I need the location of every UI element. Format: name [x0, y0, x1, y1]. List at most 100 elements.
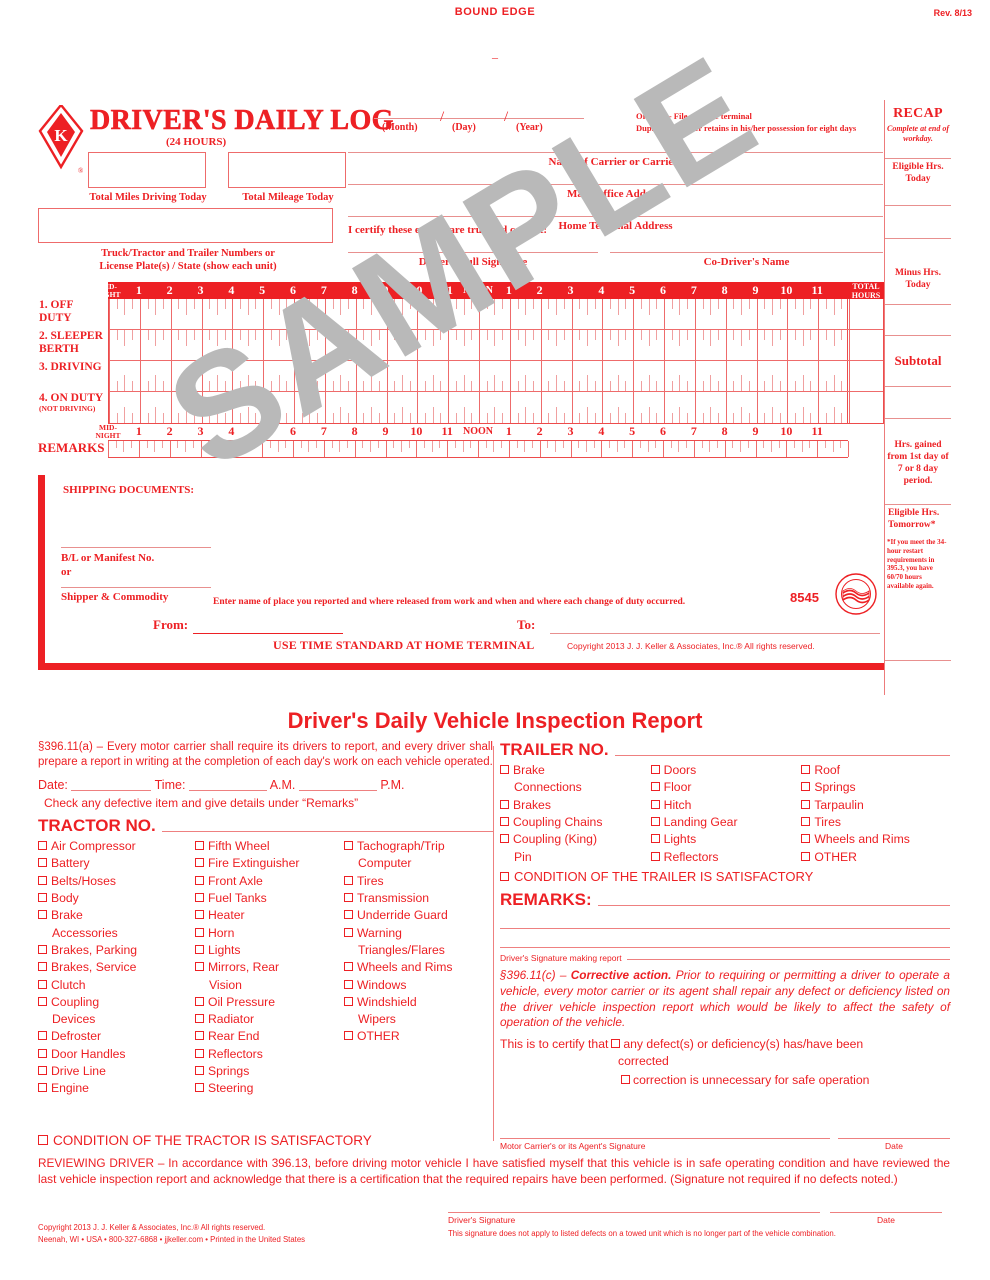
checklist-item-clutch[interactable]: Clutch	[38, 977, 195, 994]
trailer-checklist-column-2[interactable]: Doors Floor Hitch Landing Gear Lights Reflect…	[650, 762, 802, 866]
tractor-no-heading[interactable]: TRACTOR NO.	[38, 816, 493, 836]
checklist-item-battery[interactable]: Battery	[38, 855, 195, 872]
checklist-item-wheels-and-rims[interactable]: Wheels and Rims	[343, 959, 493, 976]
checkbox-icon[interactable]	[500, 816, 509, 826]
total-hours-cell-off-duty[interactable]	[847, 299, 883, 329]
total-mileage-input[interactable]	[228, 152, 346, 188]
checkbox-icon[interactable]	[650, 851, 660, 861]
checkbox-icon[interactable]	[801, 816, 811, 826]
certify-line-1[interactable]: This is to certify that any defect(s) or …	[500, 1036, 950, 1069]
checkbox-icon[interactable]	[650, 782, 660, 792]
checklist-item-transmission[interactable]: Transmission	[343, 890, 493, 907]
checklist-item-underride-guard[interactable]: Underride Guard	[343, 907, 493, 924]
checkbox-icon[interactable]	[194, 858, 204, 868]
checkbox-icon[interactable]	[801, 851, 811, 861]
trailer-satisfactory-box-icon[interactable]	[500, 871, 509, 881]
checklist-item-oil-pressure[interactable]: Oil Pressure	[194, 994, 344, 1011]
checklist-item-springs[interactable]: Springs	[801, 779, 950, 796]
checklist-item-fire-extinguisher[interactable]: Fire Extinguisher	[194, 855, 344, 872]
grid-row-on-duty[interactable]: 4. ON DUTY (NOT DRIVING)	[39, 392, 883, 423]
dvir-remarks-input-1[interactable]	[597, 904, 950, 906]
checkbox-icon[interactable]	[38, 962, 47, 972]
checklist-item-door-handles[interactable]: Door Handles	[38, 1046, 195, 1063]
co-driver-rule[interactable]	[610, 252, 883, 254]
checklist-item-brake[interactable]: Brake	[38, 907, 195, 924]
checklist-item-tires[interactable]: Tires	[801, 814, 950, 831]
row-body-off-duty[interactable]	[109, 299, 850, 329]
checkbox-icon[interactable]	[801, 782, 811, 792]
checkbox-icon[interactable]	[194, 1048, 204, 1058]
motor-carrier-date-label[interactable]: Date	[838, 1138, 950, 1151]
checkbox-icon[interactable]	[38, 875, 47, 885]
checklist-item-doors[interactable]: Doors	[650, 762, 802, 779]
checkbox-icon[interactable]	[801, 765, 811, 774]
checklist-item-lights[interactable]: Lights	[650, 831, 802, 848]
checkbox-icon[interactable]	[343, 875, 353, 885]
checklist-item-coupling-chains[interactable]: Coupling Chains	[500, 814, 651, 831]
checklist-item-tachograph-trip[interactable]: Tachograph/Trip	[343, 838, 493, 855]
checkbox-icon[interactable]	[194, 944, 204, 954]
trailer-checklist[interactable]: Brake Connections Brakes Coupling Chains Cou…	[500, 762, 950, 866]
truck-tractor-numbers-input[interactable]	[38, 208, 333, 243]
dvir-date-input[interactable]	[71, 778, 152, 791]
checklist-item-windows[interactable]: Windows	[343, 977, 493, 994]
driver-signature-rule[interactable]	[348, 252, 598, 254]
tractor-checklist-column-2[interactable]: Fifth Wheel Fire Extinguisher Front Axle Fu…	[194, 838, 344, 1098]
checkbox-icon[interactable]	[38, 1083, 47, 1093]
checkbox-icon[interactable]	[194, 840, 204, 850]
checkbox-icon[interactable]	[194, 910, 204, 920]
row-body-driving[interactable]	[109, 361, 850, 391]
driver-signature-segments[interactable]: Driver's Signature Date	[448, 1212, 948, 1225]
dvir-remarks-input-2[interactable]	[500, 910, 950, 929]
checkbox-icon[interactable]	[801, 834, 811, 844]
checklist-item-fuel-tanks[interactable]: Fuel Tanks	[194, 890, 344, 907]
checklist-item-engine[interactable]: Engine	[38, 1080, 195, 1097]
tractor-checklist-column-3[interactable]: Tachograph/Trip Computer Tires Transmission…	[343, 838, 493, 1098]
total-hours-cell-on-duty[interactable]	[847, 392, 883, 423]
checkbox-icon[interactable]	[38, 840, 47, 850]
checkbox-icon[interactable]	[194, 892, 204, 902]
checkbox-icon[interactable]	[194, 1083, 204, 1093]
checkbox-icon[interactable]	[343, 979, 353, 989]
remarks-box[interactable]: SHIPPING DOCUMENTS: B/L or Manifest No. …	[38, 475, 884, 670]
grid-rows[interactable]: 1. OFF DUTY 2. SLEEPER BERTH 3. DRIVING …	[39, 299, 884, 424]
checklist-item-brakes-parking[interactable]: Brakes, Parking	[38, 942, 195, 959]
checklist-item-other[interactable]: OTHER	[801, 849, 950, 866]
checkbox-icon[interactable]	[650, 816, 660, 826]
footer-driver-signature-label[interactable]: Driver's Signature	[448, 1212, 820, 1225]
checkbox-icon[interactable]	[343, 996, 353, 1006]
motor-carrier-signature-label[interactable]: Motor Carrier's or its Agent's Signature	[500, 1138, 830, 1151]
certify-option2-box-icon[interactable]	[621, 1075, 630, 1085]
grid-row-driving[interactable]: 3. DRIVING	[39, 361, 883, 392]
driver-signature-row[interactable]: Driver's Signature Date This signature d…	[448, 1212, 948, 1238]
checkbox-icon[interactable]	[194, 1066, 204, 1076]
checklist-item-coupling-king-[interactable]: Coupling (King)	[500, 831, 651, 848]
footer-date-label[interactable]: Date	[830, 1212, 942, 1225]
checkbox-icon[interactable]	[343, 927, 353, 937]
checkbox-icon[interactable]	[194, 927, 204, 937]
checkbox-icon[interactable]	[650, 765, 660, 774]
motor-carrier-signature-row[interactable]: Motor Carrier's or its Agent's Signature…	[500, 1138, 950, 1151]
checklist-item-mirrors-rear[interactable]: Mirrors, Rear	[194, 959, 344, 976]
checkbox-icon[interactable]	[38, 996, 47, 1006]
checklist-item-hitch[interactable]: Hitch	[650, 797, 802, 814]
checkbox-icon[interactable]	[500, 834, 509, 844]
certify-option1-box-icon[interactable]	[611, 1039, 621, 1049]
carrier-rule[interactable]	[348, 152, 883, 154]
trailer-no-input[interactable]	[614, 755, 950, 756]
home-terminal-rule[interactable]	[348, 216, 883, 218]
to-rule[interactable]	[550, 633, 880, 635]
total-hours-cell-driving[interactable]	[847, 361, 883, 391]
checklist-item-roof[interactable]: Roof	[801, 762, 950, 779]
checklist-item-defroster[interactable]: Defroster	[38, 1028, 195, 1045]
checkbox-icon[interactable]	[500, 765, 509, 774]
checkbox-icon[interactable]	[343, 840, 353, 850]
checkbox-icon[interactable]	[194, 962, 204, 972]
tractor-no-input[interactable]	[161, 830, 493, 832]
checkbox-icon[interactable]	[38, 1066, 47, 1076]
checklist-item-brake[interactable]: Brake	[500, 762, 651, 779]
date-time-line[interactable]: Date: Time: A.M. P.M.	[38, 778, 493, 792]
shipper-rule[interactable]	[61, 587, 211, 589]
checkbox-icon[interactable]	[343, 962, 353, 972]
checklist-item-landing-gear[interactable]: Landing Gear	[650, 814, 802, 831]
